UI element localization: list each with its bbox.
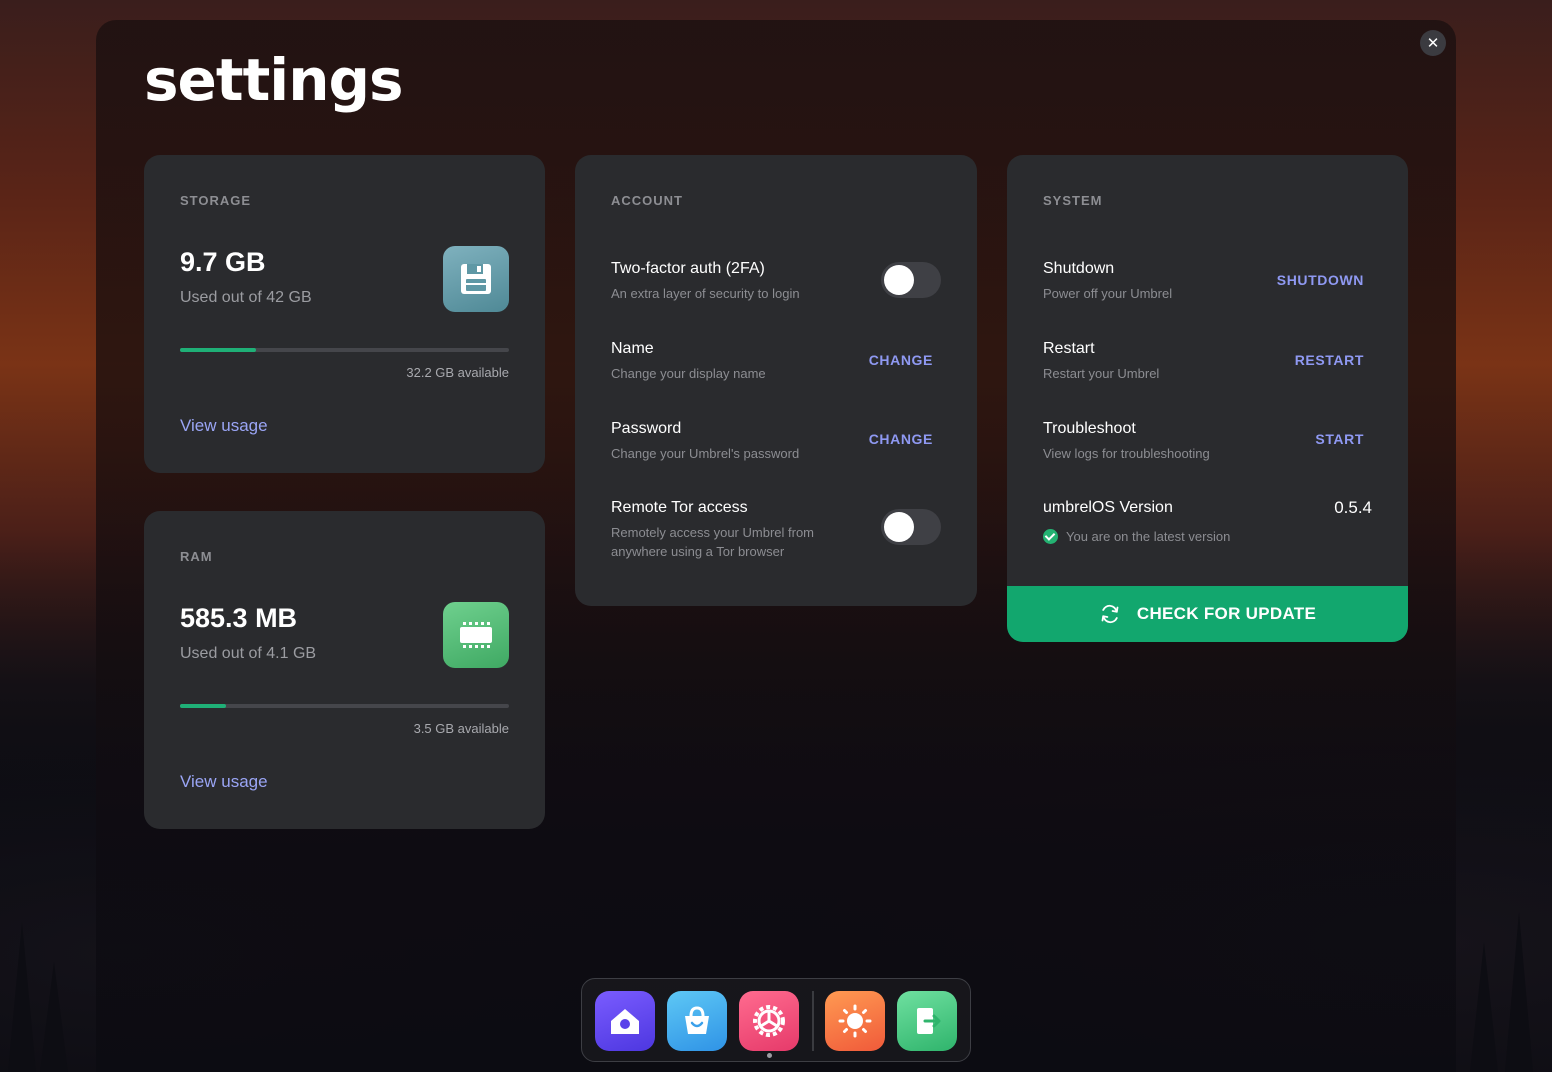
version-row: umbrelOS Version: [1043, 499, 1372, 517]
weather-icon[interactable]: [825, 991, 885, 1051]
restart-button[interactable]: RESTART: [1295, 352, 1364, 368]
exit-icon[interactable]: [897, 991, 957, 1051]
ram-progress-bar: [180, 704, 509, 708]
ram-view-usage-link[interactable]: View usage: [180, 772, 268, 792]
home-icon[interactable]: [595, 991, 655, 1051]
toggle-knob: [884, 265, 914, 295]
page-title: settings: [144, 46, 404, 114]
version-number: 0.5.4: [1334, 498, 1372, 517]
tree-silhouette: [8, 922, 36, 1072]
floppy-disk-icon: [443, 246, 509, 312]
app-store-icon[interactable]: [667, 991, 727, 1051]
ram-label: RAM: [180, 549, 213, 564]
account-card: ACCOUNT Two-factor auth (2FA) An extra l…: [575, 155, 977, 606]
storage-progress-bar: [180, 348, 509, 352]
storage-view-usage-link[interactable]: View usage: [180, 416, 268, 436]
ram-progress-fill: [180, 704, 227, 708]
version-title: umbrelOS Version: [1043, 499, 1173, 516]
memory-chip-icon: [443, 602, 509, 668]
ram-used-value: 585.3 MB: [180, 603, 298, 633]
ram-available: 3.5 GB available: [413, 721, 509, 736]
active-app-indicator: [767, 1053, 772, 1058]
shutdown-button[interactable]: SHUTDOWN: [1277, 272, 1364, 288]
check-for-update-label: CHECK FOR UPDATE: [1136, 604, 1317, 623]
close-button[interactable]: ✕: [1420, 30, 1446, 56]
storage-label: STORAGE: [180, 193, 252, 208]
change-name-button[interactable]: CHANGE: [869, 352, 933, 368]
twofa-toggle[interactable]: [881, 262, 941, 298]
version-status: You are on the latest version: [1043, 529, 1230, 544]
tor-desc-line: anywhere using a Tor browser: [611, 544, 785, 559]
check-for-update-button[interactable]: CHECK FOR UPDATE: [1007, 586, 1408, 642]
storage-card: STORAGE 9.7 GB Used out of 42 GB 32.2 GB…: [144, 155, 545, 473]
storage-used-of: Used out of 42 GB: [180, 289, 312, 306]
tor-toggle[interactable]: [881, 509, 941, 545]
tree-silhouette: [1470, 942, 1498, 1072]
tree-silhouette: [40, 962, 68, 1072]
storage-available: 32.2 GB available: [406, 365, 509, 380]
check-circle-icon: [1043, 529, 1058, 544]
account-label: ACCOUNT: [611, 193, 683, 208]
system-label: SYSTEM: [1043, 193, 1103, 208]
storage-progress-fill: [180, 348, 256, 352]
troubleshoot-start-button[interactable]: START: [1315, 431, 1364, 447]
storage-used-value: 9.7 GB: [180, 247, 266, 277]
settings-icon[interactable]: [739, 991, 799, 1051]
change-password-button[interactable]: CHANGE: [869, 431, 933, 447]
version-status-text: You are on the latest version: [1066, 529, 1231, 544]
system-card: SYSTEM Shutdown Power off your Umbrel SH…: [1007, 155, 1408, 642]
tree-silhouette: [1505, 912, 1533, 1072]
ram-card: RAM 585.3 MB Used out of 4.1 GB 3.5 GB a…: [144, 511, 545, 829]
toggle-knob: [884, 512, 914, 542]
dock: [581, 978, 971, 1062]
ram-used-of: Used out of 4.1 GB: [180, 645, 317, 662]
dock-separator: [812, 991, 814, 1051]
refresh-icon: [1101, 604, 1119, 624]
